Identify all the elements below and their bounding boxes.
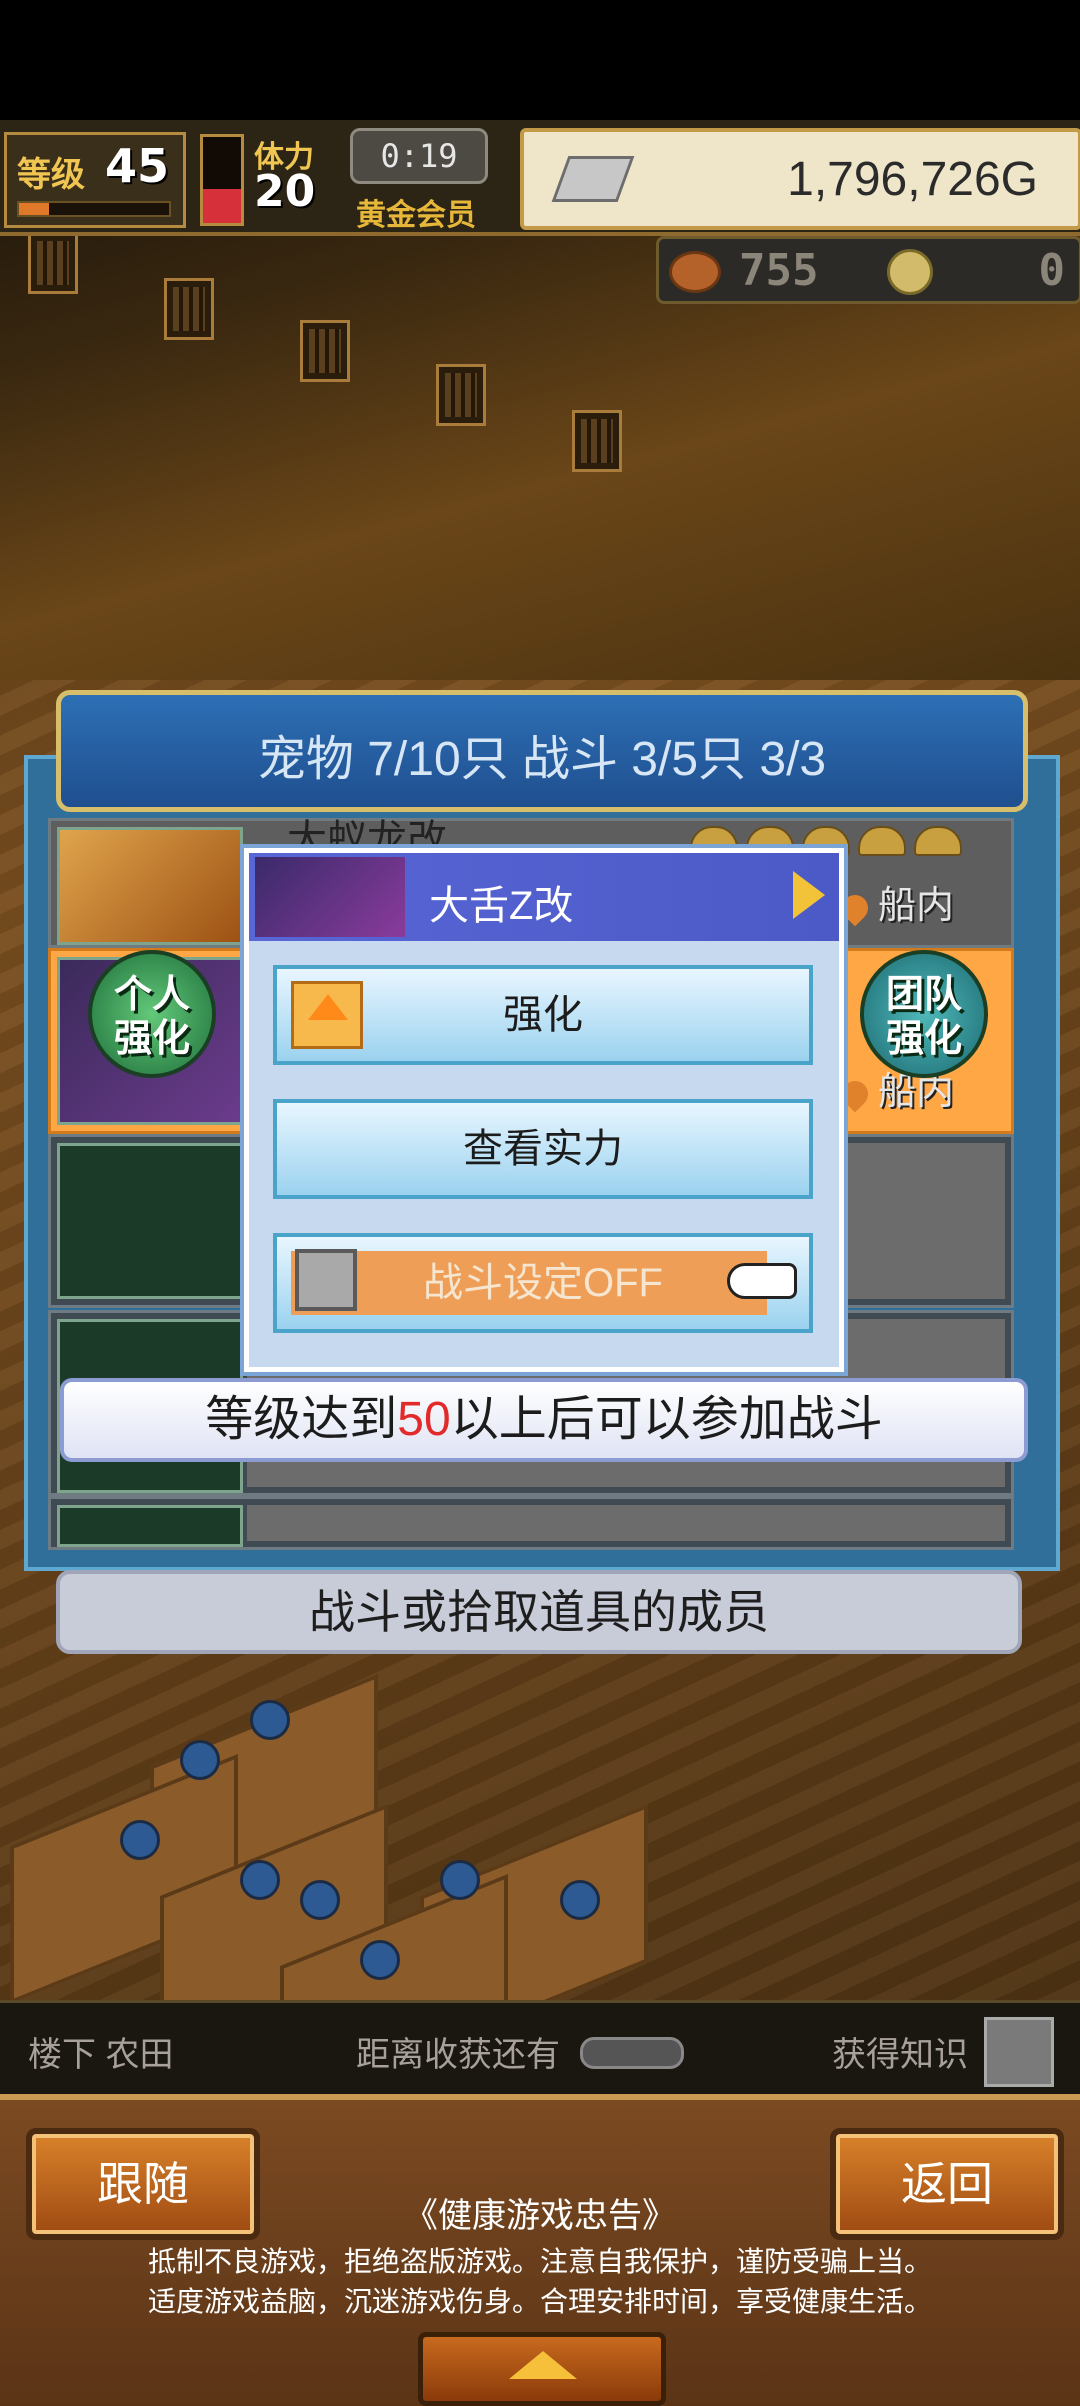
- resource-bar: 755 0: [656, 236, 1080, 304]
- team-boost-label: 团队 强化: [885, 972, 962, 1060]
- level-box: 等级 45: [4, 132, 186, 228]
- deck-window: [436, 364, 486, 426]
- crew-member[interactable]: [360, 1940, 400, 1980]
- helmet-icon: [914, 826, 962, 856]
- status-bar: 楼下 农田 距离收获还有 获得知识: [0, 2000, 1080, 2095]
- deck-window: [572, 410, 622, 472]
- battle-setting-toggle[interactable]: 战斗设定OFF: [273, 1233, 813, 1333]
- empty-slot: [57, 1505, 243, 1547]
- helmet-icon: [858, 826, 906, 856]
- pointing-hand-icon: [727, 1263, 797, 1299]
- crew-member[interactable]: [560, 1880, 600, 1920]
- harvest-countdown-label: 距离收获还有: [356, 2036, 560, 2074]
- up-arrow-icon: [509, 2351, 577, 2379]
- silver-bar-icon: [551, 156, 635, 202]
- meat-icon: [669, 251, 721, 293]
- next-arrow-icon[interactable]: [793, 871, 825, 919]
- pet-row-empty[interactable]: [48, 1496, 1014, 1550]
- level-label: 等级: [17, 155, 85, 195]
- pet-thumbnail: [57, 827, 243, 945]
- stamina-value: 20: [254, 166, 316, 217]
- level-progress-fill: [19, 203, 49, 215]
- level-progress-bar: [17, 201, 171, 217]
- deck-window: [300, 320, 350, 382]
- pet-panel-title: 宠物 7/10只 战斗 3/5只 3/3: [257, 733, 827, 786]
- deck-window: [164, 278, 214, 340]
- empty-slot: [57, 1143, 243, 1299]
- coin-icon: [887, 249, 933, 295]
- view-strength-label: 查看实力: [463, 1127, 623, 1171]
- coin-count: 0: [1038, 245, 1066, 296]
- notice-suffix: 以上后可以参加战斗: [450, 1393, 883, 1446]
- pet-portrait: [255, 857, 405, 937]
- popup-title-bar: 大舌Z改: [249, 853, 839, 941]
- health-advice-line: 适度游戏益脑，沉迷游戏伤身。合理安排时间，享受健康生活。: [147, 2286, 932, 2317]
- popup-title: 大舌Z改: [429, 884, 574, 928]
- level-value: 45: [105, 139, 170, 193]
- crew-member[interactable]: [250, 1700, 290, 1740]
- empty-slot-content: [247, 1505, 1005, 1541]
- stamina-gauge-fill: [203, 188, 241, 223]
- personal-boost-button[interactable]: 个人 强化: [88, 950, 216, 1078]
- notice-prefix: 等级达到: [205, 1393, 398, 1446]
- member-badge[interactable]: 黄金会员: [356, 190, 476, 234]
- pet-panel-header: 宠物 7/10只 战斗 3/5只 3/3: [56, 690, 1028, 812]
- crew-member[interactable]: [180, 1740, 220, 1780]
- location-text: 船内: [878, 883, 955, 927]
- notice-level-number: 50: [397, 1393, 451, 1446]
- crew-member[interactable]: [300, 1880, 340, 1920]
- gold-value: 1,796,726G: [787, 153, 1038, 206]
- health-advice-line: 抵制不良游戏，拒绝盗版游戏。注意自我保护，谨防受骗上当。: [147, 2246, 932, 2277]
- timer: 0:19: [350, 128, 488, 184]
- team-boost-button[interactable]: 团队 强化: [860, 950, 988, 1078]
- strengthen-button[interactable]: 强化: [273, 965, 813, 1065]
- upgrade-arrow-icon: [291, 981, 363, 1049]
- view-strength-button[interactable]: 查看实力: [273, 1099, 813, 1199]
- location-tag: 船内: [836, 874, 955, 929]
- health-advice-title: 《健康游戏忠告》: [404, 2197, 676, 2235]
- deck-window: [28, 232, 78, 294]
- crew-member[interactable]: [240, 1860, 280, 1900]
- top-hud: 等级 45 体力 20 0:19 黄金会员 1,796,726G: [0, 120, 1080, 236]
- level-requirement-notice: 等级达到50以上后可以参加战斗: [60, 1378, 1028, 1462]
- crew-member[interactable]: [120, 1820, 160, 1860]
- crew-member[interactable]: [440, 1860, 480, 1900]
- strengthen-label: 强化: [503, 993, 583, 1037]
- current-location: 楼下 农田: [28, 2036, 174, 2074]
- expand-menu-button[interactable]: [418, 2332, 666, 2406]
- knowledge-label: 获得知识: [832, 2036, 968, 2074]
- personal-boost-label: 个人 强化: [113, 972, 190, 1060]
- meat-count: 755: [739, 245, 819, 296]
- gold-panel[interactable]: 1,796,726G: [520, 128, 1080, 230]
- pet-action-popup: 大舌Z改 强化 查看实力 战斗设定OFF: [244, 848, 844, 1372]
- harvest-progress-bar: [580, 2037, 684, 2069]
- fist-icon[interactable]: [984, 2017, 1054, 2087]
- stamina-gauge: [200, 134, 244, 226]
- members-label: 战斗或拾取道具的成员: [56, 1570, 1022, 1654]
- bottom-bar: 跟随 返回 《健康游戏忠告》 抵制不良游戏，拒绝盗版游戏。注意自我保护，谨防受骗…: [0, 2094, 1080, 2406]
